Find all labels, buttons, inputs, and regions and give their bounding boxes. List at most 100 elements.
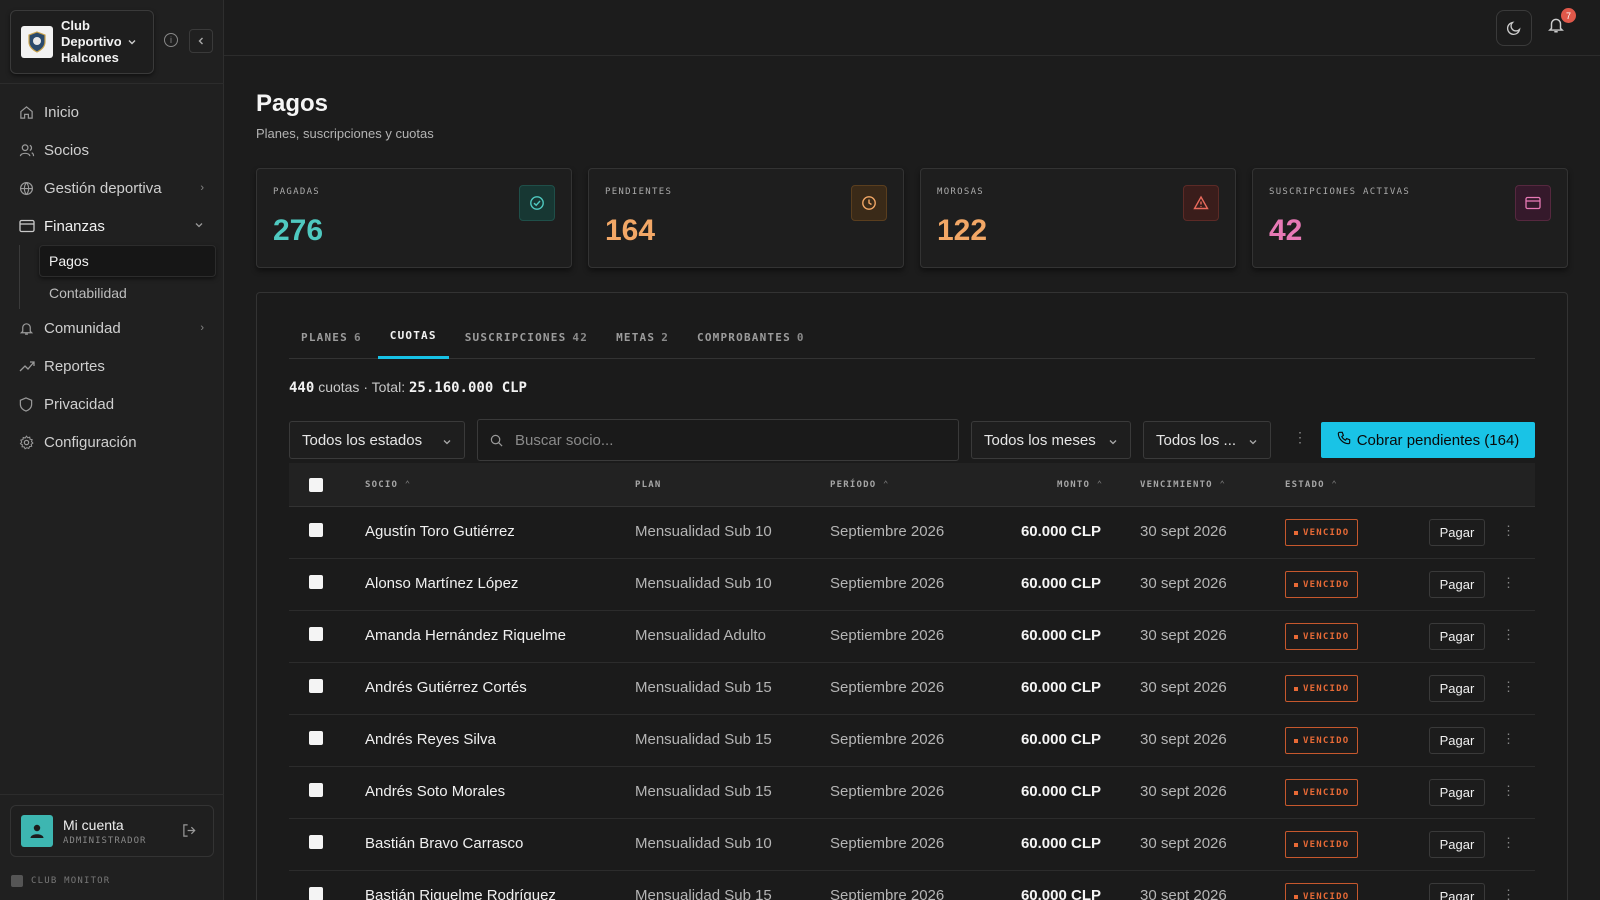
column-header-periodo[interactable]: PERÍODO ⌃ (830, 480, 890, 490)
months-filter-select[interactable]: Todos los meses (971, 421, 1131, 459)
sidebar-item-gestion-deportiva[interactable]: Gestión deportiva › (0, 169, 224, 207)
sidebar-item-privacidad[interactable]: Privacidad (0, 385, 224, 423)
trend-icon (19, 358, 35, 374)
cell-monto: 60.000 CLP (1020, 887, 1101, 900)
account-card[interactable]: Mi cuenta ADMINISTRADOR (10, 805, 214, 857)
cell-socio[interactable]: Andrés Gutiérrez Cortés (365, 679, 527, 696)
row-more-options-icon[interactable]: ⋮ (1502, 835, 1515, 851)
stat-value: 164 (605, 214, 656, 247)
pay-button[interactable]: Pagar (1429, 519, 1485, 546)
pay-button[interactable]: Pagar (1429, 675, 1485, 702)
cell-monto: 60.000 CLP (1020, 835, 1101, 852)
row-checkbox[interactable] (309, 575, 323, 589)
cell-socio[interactable]: Bastián Bravo Carrasco (365, 835, 523, 852)
row-more-options-icon[interactable]: ⋮ (1502, 523, 1515, 539)
row-more-options-icon[interactable]: ⋮ (1502, 575, 1515, 591)
pay-button[interactable]: Pagar (1429, 831, 1485, 858)
club-logo (21, 26, 53, 58)
phone-icon (1337, 431, 1351, 449)
more-options-icon[interactable]: ⋮ (1293, 429, 1307, 446)
logout-icon[interactable] (182, 823, 197, 841)
stat-card-morosas: MOROSAS 122 (920, 168, 1236, 268)
row-checkbox[interactable] (309, 731, 323, 745)
search-icon (490, 434, 503, 446)
row-checkbox[interactable] (309, 835, 323, 849)
pay-button[interactable]: Pagar (1429, 571, 1485, 598)
row-more-options-icon[interactable]: ⋮ (1502, 731, 1515, 747)
status-badge: VENCIDO (1285, 675, 1359, 702)
theme-toggle-button[interactable] (1496, 10, 1532, 46)
sidebar-item-configuracion[interactable]: Configuración (0, 423, 224, 461)
row-more-options-icon[interactable]: ⋮ (1502, 679, 1515, 695)
cell-monto: 60.000 CLP (1020, 731, 1101, 748)
row-more-options-icon[interactable]: ⋮ (1502, 627, 1515, 643)
chevron-down-icon (1248, 434, 1258, 451)
pay-button[interactable]: Pagar (1429, 623, 1485, 650)
sidebar-item-reportes[interactable]: Reportes (0, 347, 224, 385)
row-checkbox[interactable] (309, 627, 323, 641)
cell-periodo: Septiembre 2026 (830, 731, 945, 748)
shield-icon (19, 396, 35, 412)
tab-cuotas[interactable]: CUOTAS (377, 315, 449, 359)
tab-comprobantes[interactable]: COMPROBANTES 0 (685, 315, 817, 359)
pay-button[interactable]: Pagar (1429, 883, 1485, 900)
info-icon[interactable]: i (164, 33, 178, 47)
tab-planes[interactable]: PLANES 6 (289, 315, 374, 359)
pay-button[interactable]: Pagar (1429, 727, 1485, 754)
stat-label: PENDIENTES (605, 187, 673, 197)
sidebar-item-label: Privacidad (44, 395, 115, 413)
cell-socio[interactable]: Bastián Riquelme Rodríguez (365, 887, 556, 900)
home-icon (19, 104, 35, 120)
cell-periodo: Septiembre 2026 (830, 783, 945, 800)
sidebar-item-inicio[interactable]: Inicio (0, 93, 224, 131)
users-icon (19, 142, 35, 158)
select-all-checkbox[interactable] (309, 478, 323, 492)
finanzas-subnav: Pagos Contabilidad (19, 245, 224, 309)
cell-socio[interactable]: Amanda Hernández Riquelme (365, 627, 566, 644)
cell-periodo: Septiembre 2026 (830, 627, 945, 644)
stat-card-suscripciones-activas: SUSCRIPCIONES ACTIVAS 42 (1252, 168, 1568, 268)
tab-suscripciones[interactable]: SUSCRIPCIONES 42 (453, 315, 600, 359)
row-checkbox[interactable] (309, 523, 323, 537)
chevron-down-icon (442, 434, 452, 451)
club-switcher[interactable]: Club Deportivo Halcones (10, 10, 154, 74)
cell-socio[interactable]: Alonso Martínez López (365, 575, 518, 592)
page-title: Pagos (256, 90, 329, 117)
cell-socio[interactable]: Agustín Toro Gutiérrez (365, 523, 515, 540)
column-header-estado[interactable]: ESTADO ⌃ (1285, 480, 1338, 490)
status-filter-select[interactable]: Todos los estados (289, 421, 465, 459)
sidebar-subitem-contabilidad[interactable]: Contabilidad (39, 277, 224, 309)
row-more-options-icon[interactable]: ⋮ (1502, 887, 1515, 900)
row-more-options-icon[interactable]: ⋮ (1502, 783, 1515, 799)
cell-vencimiento: 30 sept 2026 (1140, 679, 1227, 696)
row-checkbox[interactable] (309, 783, 323, 797)
sidebar: Club Deportivo Halcones i Inicio Socios … (0, 0, 224, 900)
column-header-vencimiento[interactable]: VENCIMIENTO ⌃ (1140, 480, 1226, 490)
cell-periodo: Septiembre 2026 (830, 887, 945, 900)
row-checkbox[interactable] (309, 887, 323, 900)
cell-socio[interactable]: Andrés Reyes Silva (365, 731, 496, 748)
column-header-monto[interactable]: MONTO ⌃ (1057, 480, 1103, 490)
plans-filter-select[interactable]: Todos los ... (1143, 421, 1271, 459)
column-header-socio[interactable]: SOCIO ⌃ (365, 480, 411, 490)
stat-label: MOROSAS (937, 187, 985, 197)
sidebar-item-socios[interactable]: Socios (0, 131, 224, 169)
row-checkbox[interactable] (309, 679, 323, 693)
collect-pending-button[interactable]: Cobrar pendientes (164) (1321, 422, 1535, 458)
sidebar-item-finanzas[interactable]: Finanzas (0, 207, 224, 245)
moon-icon (1506, 21, 1521, 36)
tab-metas[interactable]: METAS 2 (604, 315, 681, 359)
sidebar-item-comunidad[interactable]: Comunidad › (0, 309, 224, 347)
sidebar-subitem-pagos[interactable]: Pagos (39, 245, 216, 277)
pay-button[interactable]: Pagar (1429, 779, 1485, 806)
table-row: Andrés Reyes Silva Mensualidad Sub 15 Sept… (289, 715, 1535, 767)
search-input[interactable] (515, 431, 935, 449)
cell-socio[interactable]: Andrés Soto Morales (365, 783, 505, 800)
cell-plan: Mensualidad Sub 15 (635, 887, 772, 900)
collapse-sidebar-button[interactable] (189, 29, 213, 53)
cell-monto: 60.000 CLP (1020, 783, 1101, 800)
topbar (224, 0, 1600, 56)
table-row: Alonso Martínez López Mensualidad Sub 10 S… (289, 559, 1535, 611)
stat-value: 42 (1269, 214, 1303, 247)
card-icon (19, 218, 35, 234)
